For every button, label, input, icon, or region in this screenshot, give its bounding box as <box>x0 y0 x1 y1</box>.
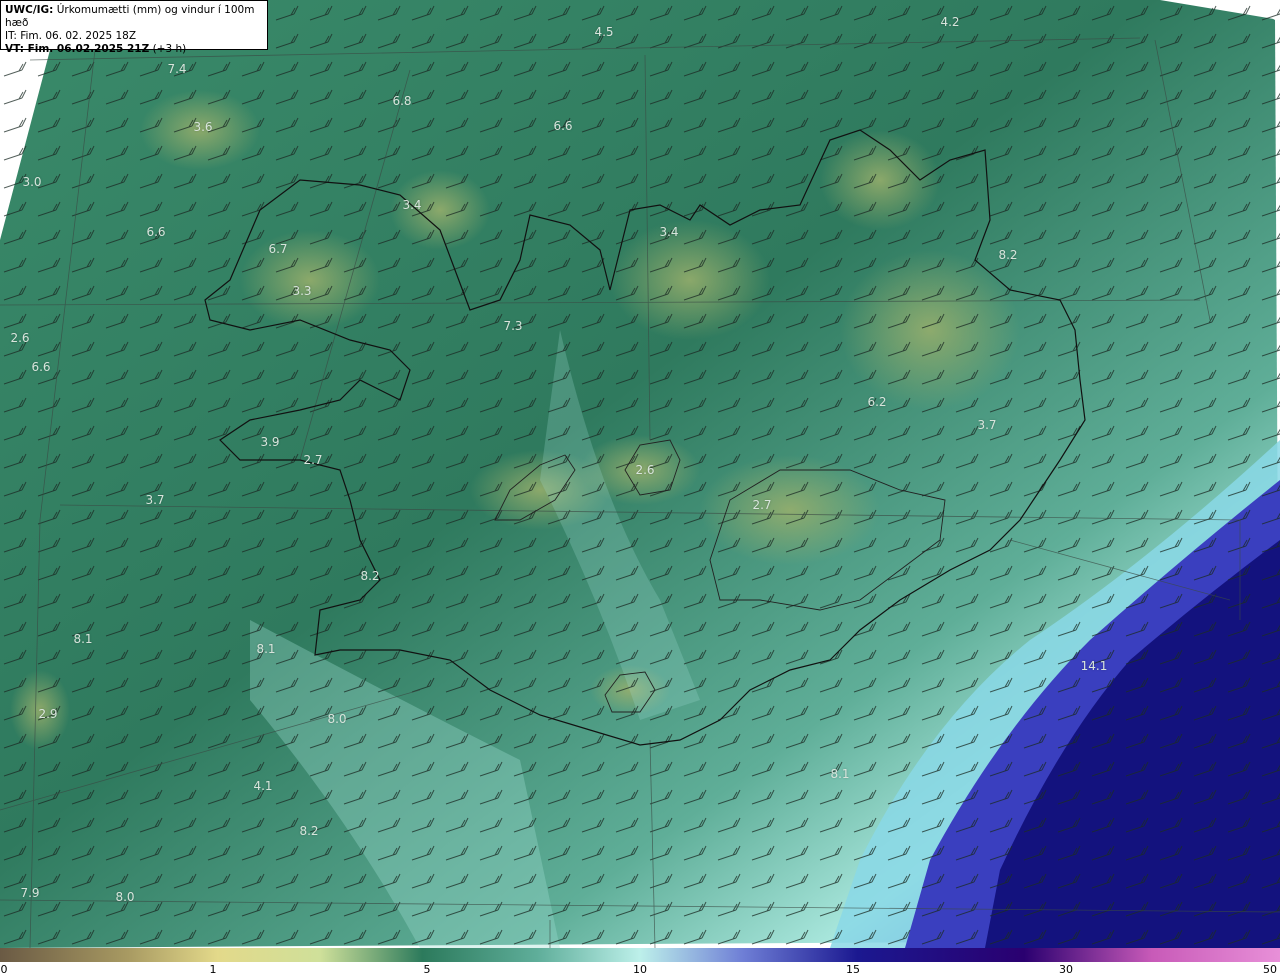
colorbar-tick: 5 <box>423 963 431 976</box>
precip-value-label: 8.1 <box>73 632 93 646</box>
colorbar-tick: 0 <box>0 963 8 976</box>
precip-value-label: 2.7 <box>303 453 323 467</box>
valid-time-offset: (+3 h) <box>149 43 187 55</box>
valid-time-date: VT: Fim. 06.02.2025 21Z <box>5 43 150 55</box>
precip-value-label: 3.6 <box>193 120 213 134</box>
precip-value-label: 3.0 <box>22 175 42 189</box>
precip-value-label: 3.9 <box>260 435 280 449</box>
colorbar-tick: 50 <box>1263 963 1277 976</box>
precip-value-label: 8.0 <box>115 890 135 904</box>
precip-value-label: 4.2 <box>940 15 960 29</box>
precip-value-label: 3.4 <box>659 225 679 239</box>
precip-value-label: 3.3 <box>292 284 312 298</box>
precip-value-label: 2.7 <box>752 498 772 512</box>
precip-value-label: 6.2 <box>867 395 887 409</box>
precip-value-label: 4.5 <box>594 25 614 39</box>
valid-time: VT: Fim. 06.02.2025 21Z (+3 h) <box>5 43 263 56</box>
precip-value-label: 7.9 <box>20 886 40 900</box>
precip-value-label: 8.2 <box>998 248 1018 262</box>
colorbar-tick: 15 <box>846 963 860 976</box>
precip-value-label: 14.1 <box>1080 659 1108 673</box>
precip-value-label: 3.7 <box>977 418 997 432</box>
precip-value-label: 2.6 <box>10 331 30 345</box>
precip-value-label: 6.6 <box>31 360 51 374</box>
precip-value-label: 6.6 <box>146 225 166 239</box>
precip-value-label: 8.2 <box>360 569 380 583</box>
colorbar <box>0 948 1280 962</box>
precip-value-label: 8.0 <box>327 712 347 726</box>
precip-value-label: 8.2 <box>299 824 319 838</box>
precip-value-label: 6.8 <box>392 94 412 108</box>
colorbar-tick: 1 <box>209 963 217 976</box>
precip-value-label: 4.1 <box>253 779 273 793</box>
precip-value-label: 7.3 <box>503 319 523 333</box>
precip-value-label: 8.1 <box>256 642 276 656</box>
precip-value-label: 7.4 <box>167 62 187 76</box>
init-time: IT: Fim. 06. 02. 2025 18Z <box>5 30 137 42</box>
map-title: UWC/IG: Úrkomumætti (mm) og vindur í 100… <box>5 4 263 30</box>
title-model: UWC/IG: <box>5 4 54 16</box>
precip-value-label: 3.7 <box>145 493 165 507</box>
precip-value-label: 2.6 <box>635 463 655 477</box>
precip-value-label: 3.4 <box>402 198 422 212</box>
precip-value-label: 6.6 <box>553 119 573 133</box>
precip-value-label: 2.9 <box>38 707 58 721</box>
colorbar-tick: 10 <box>633 963 647 976</box>
precip-value-label: 6.7 <box>268 242 288 256</box>
map-title-box: UWC/IG: Úrkomumætti (mm) og vindur í 100… <box>0 0 268 55</box>
colorbar-tick: 30 <box>1059 963 1073 976</box>
colorbar-gradient <box>0 948 1280 962</box>
precip-value-label: 8.1 <box>830 767 850 781</box>
